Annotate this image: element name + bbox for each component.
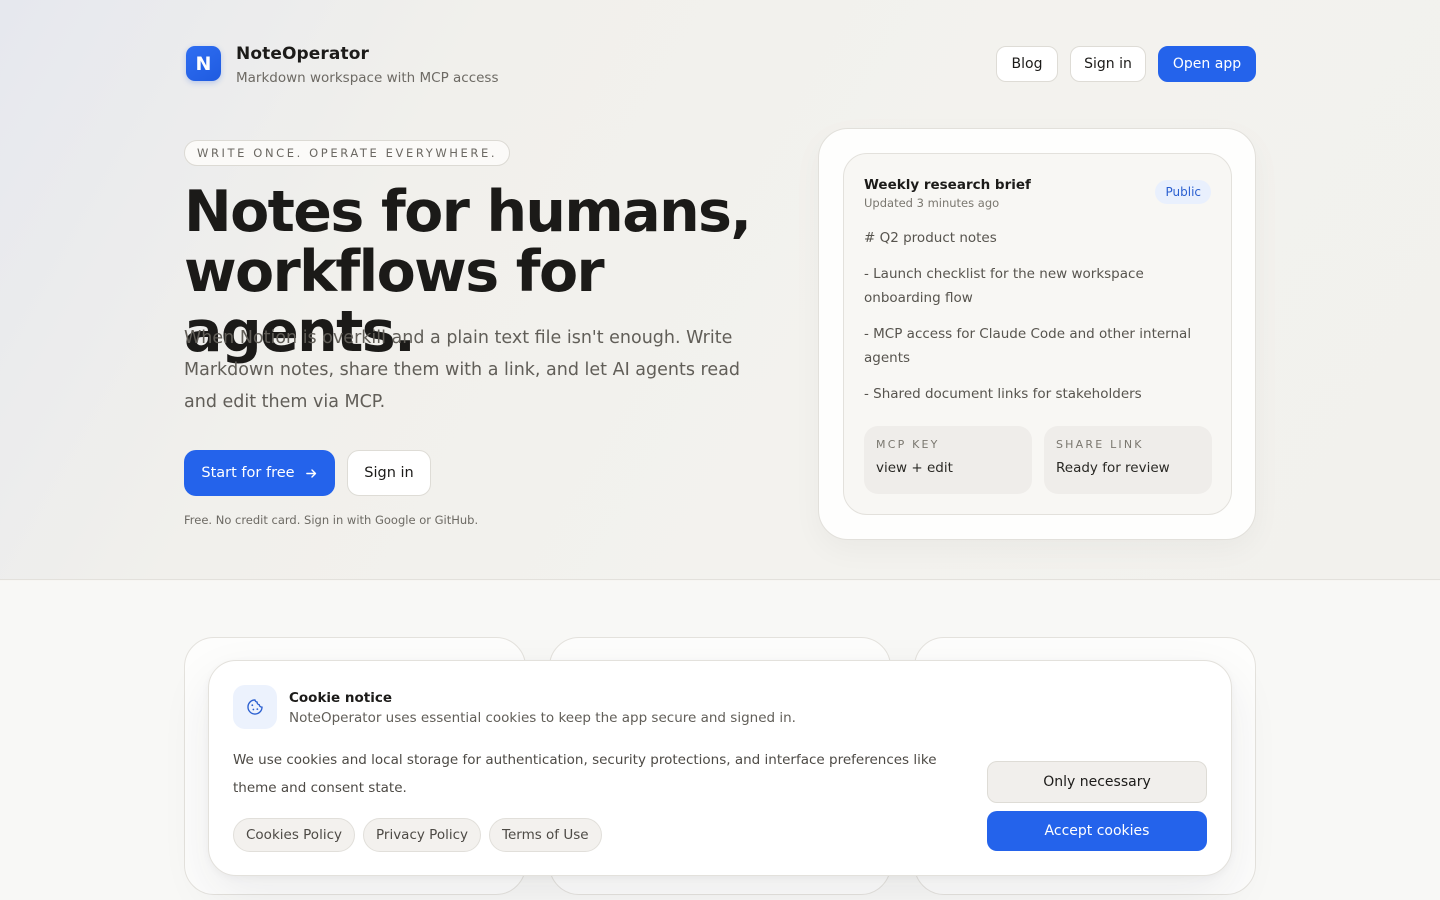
start-free-button[interactable]: Start for free [184, 450, 335, 496]
brand-name: NoteOperator [236, 44, 369, 64]
doc-body: # Q2 product notes - Launch checklist fo… [864, 226, 1209, 418]
terms-of-use-link[interactable]: Terms of Use [489, 818, 602, 852]
hero-sign-in-button[interactable]: Sign in [347, 450, 431, 496]
doc-line: - MCP access for Claude Code and other i… [864, 326, 1192, 366]
share-link-label: SHARE LINK [1056, 438, 1144, 451]
only-necessary-button[interactable]: Only necessary [987, 761, 1207, 803]
brand-text: NoteOperator Markdown workspace with MCP… [236, 44, 499, 86]
sign-in-button[interactable]: Sign in [1070, 46, 1146, 82]
top-nav: Blog Sign in Open app [996, 46, 1256, 82]
doc-line: - Launch checklist for the new workspace… [864, 266, 1144, 306]
open-app-button[interactable]: Open app [1158, 46, 1256, 82]
privacy-policy-link[interactable]: Privacy Policy [362, 818, 481, 852]
policy-links: Cookies Policy Privacy Policy Terms of U… [233, 818, 602, 852]
doc-line: # Q2 product notes [864, 230, 997, 246]
note-preview: Weekly research brief Updated 3 minutes … [843, 153, 1232, 515]
cookie-title: Cookie notice [289, 690, 393, 706]
doc-updated: Updated 3 minutes ago [864, 196, 1000, 210]
hero-lead: When Notion is overkill and a plain text… [184, 328, 740, 412]
mcp-key-box: MCP KEY view + edit [864, 426, 1032, 494]
cookies-policy-link[interactable]: Cookies Policy [233, 818, 355, 852]
share-link-box: SHARE LINK Ready for review [1044, 426, 1212, 494]
eyebrow-badge: WRITE ONCE. OPERATE EVERYWHERE. [184, 140, 511, 166]
brand[interactable]: N NoteOperator Markdown workspace with M… [186, 44, 499, 86]
arrow-right-icon [305, 468, 316, 478]
cookie-notice: Cookie notice NoteOperator uses essentia… [208, 660, 1232, 876]
brand-tagline: Markdown workspace with MCP access [236, 70, 499, 86]
cta-row: Start for free Sign in [184, 450, 431, 496]
mcp-key-value: view + edit [876, 460, 953, 476]
cookie-subtitle: NoteOperator uses essential cookies to k… [289, 710, 796, 726]
doc-line: - Shared document links for stakeholders [864, 386, 1142, 402]
headline-line-1: Notes for humans, [184, 179, 752, 245]
cookie-body: We use cookies and local storage for aut… [233, 752, 937, 796]
accept-cookies-button[interactable]: Accept cookies [987, 811, 1207, 851]
visibility-badge: Public [1155, 180, 1211, 204]
cookie-icon [233, 685, 277, 729]
share-link-value: Ready for review [1056, 460, 1170, 476]
doc-title: Weekly research brief [864, 177, 1031, 193]
fineprint: Free. No credit card. Sign in with Googl… [184, 513, 479, 527]
mcp-key-label: MCP KEY [876, 438, 940, 451]
start-free-label: Start for free [201, 465, 295, 481]
blog-button[interactable]: Blog [996, 46, 1058, 82]
note-preview-card: Weekly research brief Updated 3 minutes … [818, 128, 1256, 540]
logo: N [186, 46, 221, 81]
